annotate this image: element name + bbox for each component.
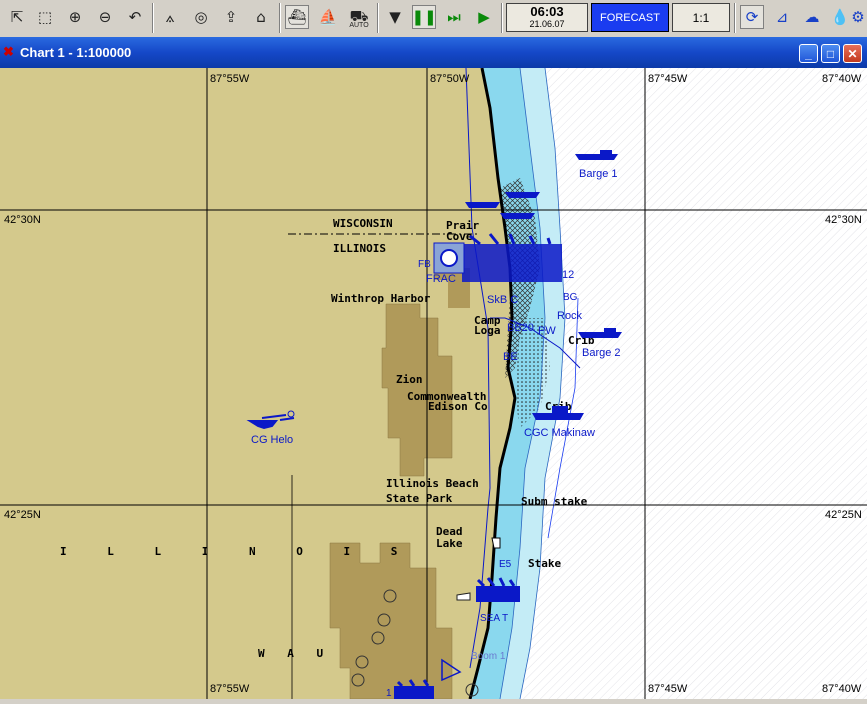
main-toolbar: ⇱ ⬚ ⊕ ⊖ ↶ ⟑ ◎ ⇪ ⌂ ⛴ ⛵ ⛟ AUTO ▼ ❚❚ ⏭ ▶ 06:… xyxy=(0,0,867,38)
nautical-chart[interactable]: 87°55W 87°50W 87°45W 87°40W 87°55W 87°45… xyxy=(0,67,867,700)
ship-cluster-icon xyxy=(462,244,562,282)
toolbar-separator xyxy=(501,3,503,33)
e5-label: E5 xyxy=(499,559,512,570)
place-label-subm-stake: Subm stake xyxy=(521,495,588,508)
place-label-state-park: State Park xyxy=(386,492,453,505)
toolbar-separator xyxy=(377,3,379,33)
place-label-cove: Cove xyxy=(446,230,473,243)
settings-icon[interactable]: ⚙ xyxy=(850,5,866,29)
skb-label: SkB C xyxy=(487,294,518,306)
fb-label: FB xyxy=(418,259,431,270)
place-label-illinois-large: I L L I N O I S xyxy=(60,545,414,558)
simulation-clock: 06:03 21.06.07 xyxy=(506,3,588,32)
oil-drop-icon[interactable]: 💧 xyxy=(828,5,852,29)
n12-label: 12 xyxy=(562,269,574,281)
place-label-illinois-beach: Illinois Beach xyxy=(386,477,479,490)
pw-label: PW xyxy=(538,325,556,337)
lon-label-bottom: 87°40W xyxy=(822,683,862,695)
refresh-globe-icon[interactable]: ⟳ xyxy=(740,5,764,29)
place-label-edison: Edison Co xyxy=(428,400,488,413)
ship-view-icon[interactable]: ⛴ xyxy=(285,5,309,29)
ship-icon xyxy=(465,202,500,208)
zoom-window-icon[interactable]: ⬚ xyxy=(33,5,57,29)
fast-forward-icon[interactable]: ⏭ xyxy=(442,5,466,29)
water-hatch xyxy=(520,68,867,699)
lon-label: 87°50W xyxy=(430,73,470,85)
lat-label: 42°30N xyxy=(4,214,41,226)
barge-1-label: Barge 1 xyxy=(579,168,618,180)
boom1-label: Boom 1 xyxy=(471,651,506,662)
cgc-makinaw-label: CGC Makinaw xyxy=(524,427,595,439)
toolbar-separator xyxy=(152,3,154,33)
time-scale-display[interactable]: 1:1 xyxy=(672,3,730,32)
cg-helo-label: CG Helo xyxy=(251,434,293,446)
target-icon[interactable]: ◎ xyxy=(189,5,213,29)
chart-canvas[interactable]: 87°55W 87°50W 87°45W 87°40W 87°55W 87°45… xyxy=(0,67,867,700)
zoom-out-icon[interactable]: ⊖ xyxy=(93,5,117,29)
place-label-illinois: ILLINOIS xyxy=(333,242,386,255)
bg-label: BG xyxy=(563,292,578,303)
chart-graph-icon[interactable]: ⊿ xyxy=(770,5,794,29)
auto-label: AUTO xyxy=(349,22,369,29)
lon-label: 87°40W xyxy=(822,73,862,85)
bb20-label: BB20 xyxy=(507,322,534,334)
barge-2-label: Barge 2 xyxy=(582,347,621,359)
clock-date: 21.06.07 xyxy=(529,19,565,29)
dead-lake xyxy=(491,537,501,549)
maximize-button[interactable]: □ xyxy=(821,44,840,63)
forecast-button[interactable]: FORECAST xyxy=(591,3,669,32)
ship-outline-icon[interactable]: ⛵ xyxy=(316,5,340,29)
undo-view-icon[interactable]: ↶ xyxy=(123,5,147,29)
rock-label: Rock xyxy=(557,310,583,322)
pause-icon[interactable]: ❚❚ xyxy=(411,5,437,29)
lat-label: 42°25N xyxy=(4,509,41,521)
ship-icon xyxy=(505,192,540,198)
place-label-winthrop-harbor: Winthrop Harbor xyxy=(331,292,431,305)
zoom-in-icon[interactable]: ⊕ xyxy=(63,5,87,29)
drop-icon xyxy=(440,249,458,267)
be-label: BE xyxy=(503,351,518,363)
app-icon: ✖ xyxy=(3,44,14,59)
lon-label: 87°45W xyxy=(648,73,688,85)
place-label-logan: Loga xyxy=(474,324,501,337)
play-icon[interactable]: ▶ xyxy=(472,5,496,29)
n1-label: 1 xyxy=(386,688,392,699)
place-label-zion: Zion xyxy=(396,373,423,386)
lat-label: 42°25N xyxy=(825,509,862,521)
export-icon[interactable]: ⇪ xyxy=(219,5,243,29)
weather-icon[interactable]: ☁ xyxy=(800,5,824,29)
ship-icon xyxy=(500,213,535,219)
minimize-button[interactable]: _ xyxy=(799,44,818,63)
lat-label: 42°30N xyxy=(825,214,862,226)
lon-label-bottom: 87°45W xyxy=(648,683,688,695)
place-label-waukegan: W A U xyxy=(258,647,331,660)
down-arrow-icon[interactable]: ▼ xyxy=(383,5,407,29)
window-titlebar[interactable]: ✖ Chart 1 - 1:100000 _ □ ✕ xyxy=(0,37,867,68)
toolbar-separator xyxy=(734,3,736,33)
clock-time: 06:03 xyxy=(530,4,564,19)
close-button[interactable]: ✕ xyxy=(843,44,862,63)
auto-ship-icon[interactable]: ⛟ AUTO xyxy=(346,5,372,29)
seat-label: SEA T xyxy=(480,613,508,624)
toolbar-separator xyxy=(279,3,281,33)
frac-label: FRAC xyxy=(426,273,456,285)
ship-cluster-icon xyxy=(394,686,434,699)
compass-tool-icon[interactable]: ⟑ xyxy=(158,5,182,29)
import-icon[interactable]: ⌂ xyxy=(249,5,273,29)
select-arrow-icon[interactable]: ⇱ xyxy=(5,5,29,29)
place-label-stake: Stake xyxy=(528,557,561,570)
place-label-lake: Lake xyxy=(436,537,463,550)
lon-label-bottom: 87°55W xyxy=(210,683,250,695)
chart-window: ✖ Chart 1 - 1:100000 _ □ ✕ 87°55W 87°50W… xyxy=(0,37,867,700)
ship-cluster-icon xyxy=(476,586,520,602)
lon-label: 87°55W xyxy=(210,73,250,85)
place-label-wisconsin: WISCONSIN xyxy=(333,217,393,230)
window-title: Chart 1 - 1:100000 xyxy=(20,45,132,60)
